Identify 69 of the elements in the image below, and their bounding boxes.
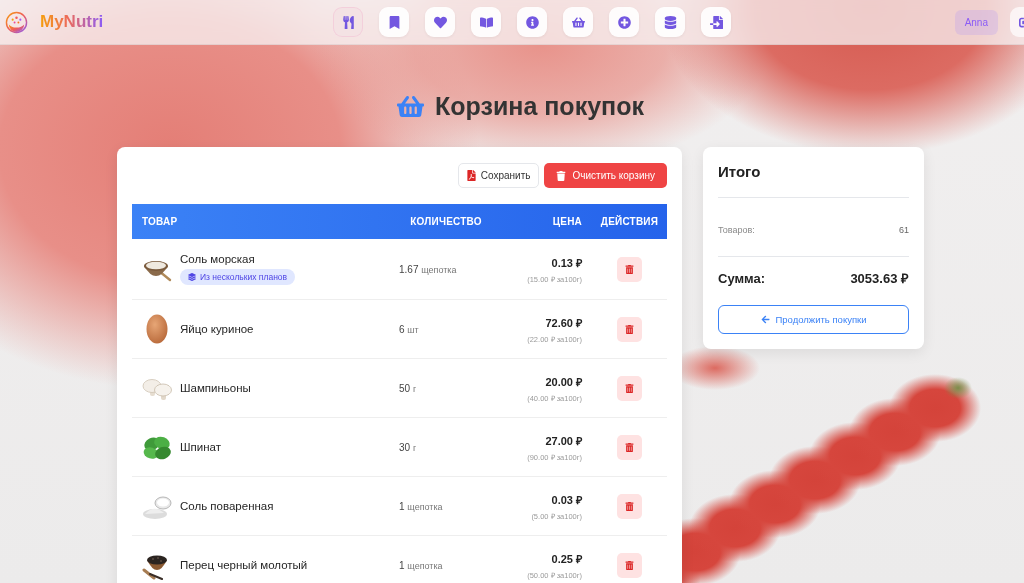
arrow-left-icon xyxy=(760,315,770,324)
price-text: 72.60 ₽ xyxy=(545,315,582,330)
quantity-text: 6 шт xyxy=(398,323,419,335)
column-header: КОЛИЧЕСТВО xyxy=(410,216,482,227)
nav-button[interactable] xyxy=(701,7,731,37)
product-name: Шампиньоны xyxy=(180,382,251,394)
column-header: ЦЕНА xyxy=(552,216,583,227)
delete-button[interactable] xyxy=(617,434,642,460)
quantity-text: 1 щепотка xyxy=(398,559,443,571)
nav-button[interactable] xyxy=(379,7,409,37)
book-icon xyxy=(479,15,493,29)
quantity-text: 1.67 щепотка xyxy=(398,263,457,275)
quantity-text: 30 г xyxy=(398,441,417,453)
nav-button[interactable] xyxy=(471,7,501,37)
trash-icon xyxy=(625,324,634,334)
price-text: 0.13 ₽ xyxy=(551,255,582,270)
price-text: 0.25 ₽ xyxy=(551,551,582,566)
heart-icon xyxy=(433,15,447,29)
plus-icon xyxy=(617,15,631,29)
count-value: 61 xyxy=(899,224,909,236)
info-icon xyxy=(525,15,539,29)
total-value: 3053.63 ₽ xyxy=(850,271,909,286)
pdf-file-icon xyxy=(465,170,477,181)
trash-icon xyxy=(625,501,634,511)
logo-icon xyxy=(5,10,28,34)
basket-icon xyxy=(571,15,585,29)
nav-button[interactable] xyxy=(655,7,685,37)
price-text: 20.00 ₽ xyxy=(545,374,582,389)
nav-button[interactable] xyxy=(517,7,547,37)
clear-cart-button[interactable]: Очистить корзину xyxy=(543,163,667,188)
product-name: Соль морская xyxy=(180,253,255,265)
layers-icon xyxy=(188,273,196,281)
delete-button[interactable] xyxy=(617,256,642,282)
page-title: Корзина покупок xyxy=(435,92,644,120)
nav-button[interactable] xyxy=(609,7,639,37)
utensils-icon xyxy=(341,15,355,29)
delete-button[interactable] xyxy=(617,493,642,519)
product-name: Соль поваренная xyxy=(180,500,274,512)
price-text: 0.03 ₽ xyxy=(551,492,582,507)
column-header: ДЕЙСТВИЯ xyxy=(600,216,659,227)
database-icon xyxy=(663,15,677,29)
trash-icon xyxy=(555,170,566,181)
delete-button[interactable] xyxy=(617,375,642,401)
trash-icon xyxy=(625,264,634,274)
total-label: Сумма: xyxy=(718,271,766,286)
product-name: Яйцо куриное xyxy=(180,323,254,335)
delete-button[interactable] xyxy=(617,552,642,578)
quantity-text: 50 г xyxy=(398,382,417,394)
continue-shopping-button[interactable]: Продолжить покупки xyxy=(718,305,909,334)
product-name: Шпинат xyxy=(180,441,221,453)
plan-badge: Из нескольких планов xyxy=(180,269,296,285)
count-label: Товаров: xyxy=(718,224,755,236)
quantity-text: 1 щепотка xyxy=(398,500,443,512)
trash-icon xyxy=(625,560,634,570)
nav-button[interactable] xyxy=(333,7,363,37)
save-button[interactable]: Сохранить xyxy=(457,163,539,188)
user-button[interactable]: Anna xyxy=(954,9,998,35)
trash-icon xyxy=(625,442,634,452)
column-header: ТОВАР xyxy=(141,216,178,227)
nav-button[interactable] xyxy=(425,7,455,37)
brand-name: MyNutri xyxy=(40,12,104,32)
nav-button[interactable] xyxy=(563,7,593,37)
price-text: 27.00 ₽ xyxy=(545,433,582,448)
delete-button[interactable] xyxy=(617,316,642,342)
product-name: Перец черный молотый xyxy=(180,559,308,571)
trash-icon xyxy=(625,383,634,393)
bookmark-icon xyxy=(387,15,401,29)
summary-title: Итого xyxy=(718,162,762,182)
file-import-icon xyxy=(709,15,723,29)
